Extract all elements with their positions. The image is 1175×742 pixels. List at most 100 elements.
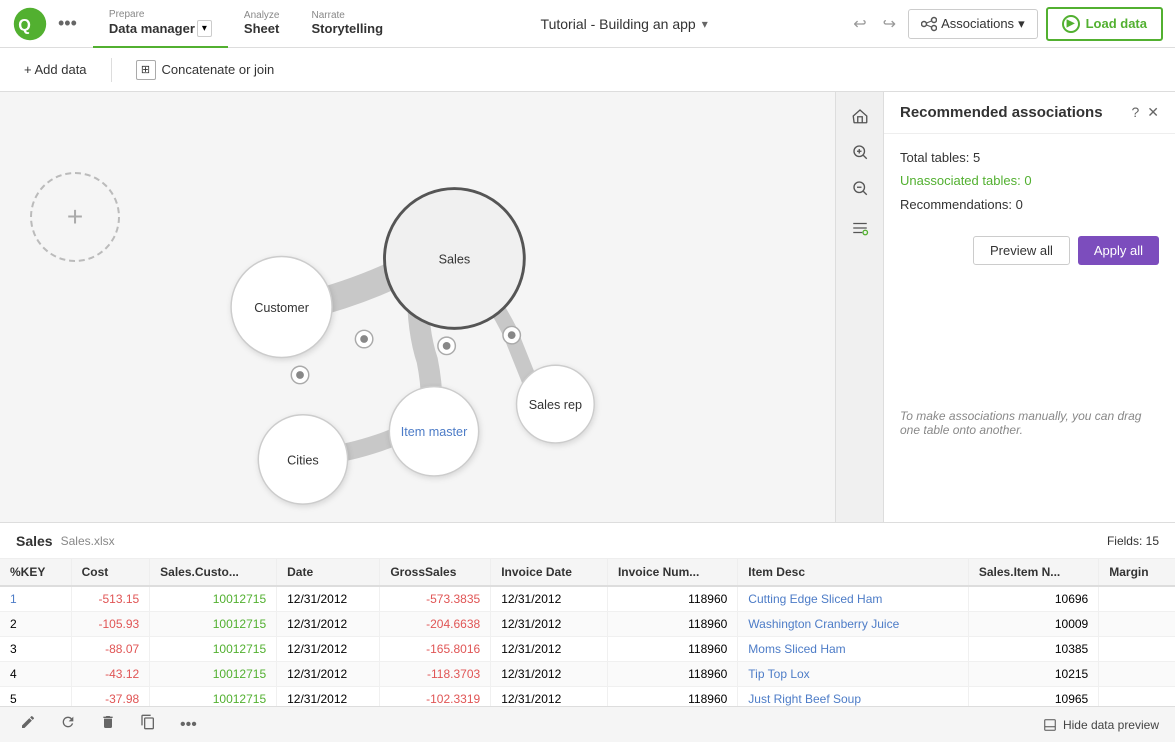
connector-dot-inner-3 [443, 342, 451, 350]
tab-prepare-label: Data manager [109, 21, 195, 36]
cell-margin [1099, 612, 1175, 637]
delete-button[interactable] [96, 710, 120, 739]
copy-button[interactable] [136, 710, 160, 739]
cell-item-desc: Just Right Beef Soup [738, 687, 969, 707]
concat-join-label: Concatenate or join [162, 62, 275, 77]
cell-custo: 10012715 [150, 586, 277, 612]
col-custo[interactable]: Sales.Custo... [150, 559, 277, 586]
bottom-toolbar: ••• Hide data preview [0, 706, 1175, 742]
stat-total: Total tables: 5 [900, 146, 1159, 169]
nav-more-icon[interactable]: ••• [58, 13, 77, 34]
workspace: + Sales Cust [0, 92, 1175, 522]
preview-header: Sales Sales.xlsx Fields: 15 [0, 523, 1175, 559]
copy-icon [140, 714, 156, 730]
tab-analyze-label: Sheet [244, 21, 279, 36]
data-preview: Sales Sales.xlsx Fields: 15 %KEY Cost Sa… [0, 522, 1175, 742]
hide-preview-label: Hide data preview [1063, 718, 1159, 732]
tab-narrate-label: Storytelling [312, 21, 384, 36]
top-nav: Q ••• Prepare Data manager ▾ Analyze She… [0, 0, 1175, 48]
load-data-label: Load data [1086, 16, 1147, 31]
cell-item-n: 10965 [968, 687, 1098, 707]
cell-item-n: 10009 [968, 612, 1098, 637]
tab-narrate-section: Narrate [312, 10, 345, 21]
assoc-note: To make associations manually, you can d… [884, 393, 1175, 453]
qlik-logo-icon: Q [12, 6, 48, 42]
col-inv-num[interactable]: Invoice Num... [607, 559, 737, 586]
data-table[interactable]: %KEY Cost Sales.Custo... Date GrossSales… [0, 559, 1175, 706]
cell-item-n: 10385 [968, 637, 1098, 662]
col-margin[interactable]: Margin [1099, 559, 1175, 586]
cell-date: 12/31/2012 [277, 662, 380, 687]
zoom-in-icon [851, 143, 869, 161]
preview-fields-count: Fields: 15 [1107, 534, 1159, 548]
tab-narrate[interactable]: Narrate Storytelling [296, 0, 400, 48]
cell-gross: -573.3835 [380, 586, 491, 612]
cell-item-n: 10696 [968, 586, 1098, 612]
cell-inv-date: 12/31/2012 [491, 662, 608, 687]
cell-item-desc: Washington Cranberry Juice [738, 612, 969, 637]
preview-table-name: Sales [16, 533, 53, 549]
table-row: 4 -43.12 10012715 12/31/2012 -118.3703 1… [0, 662, 1175, 687]
canvas[interactable]: + Sales Cust [0, 92, 883, 522]
apply-all-button[interactable]: Apply all [1078, 236, 1159, 265]
col-inv-date[interactable]: Invoice Date [491, 559, 608, 586]
home-button[interactable] [844, 100, 876, 132]
col-item-desc[interactable]: Item Desc [738, 559, 969, 586]
assoc-close-icon[interactable]: ✕ [1147, 104, 1159, 121]
cell-custo: 10012715 [150, 662, 277, 687]
cell-cost: -88.07 [71, 637, 150, 662]
col-key[interactable]: %KEY [0, 559, 71, 586]
refresh-icon [60, 714, 76, 730]
add-data-button[interactable]: + Add data [16, 58, 95, 81]
table-row: 2 -105.93 10012715 12/31/2012 -204.6638 … [0, 612, 1175, 637]
associations-button[interactable]: Associations ▾ [908, 9, 1038, 39]
cell-inv-num: 118960 [607, 687, 737, 707]
cell-date: 12/31/2012 [277, 586, 380, 612]
cell-margin [1099, 662, 1175, 687]
preview-all-button[interactable]: Preview all [973, 236, 1070, 265]
tab-prepare-arrow[interactable]: ▾ [197, 20, 212, 37]
zoom-out-button[interactable] [844, 172, 876, 204]
col-date[interactable]: Date [277, 559, 380, 586]
associations-icon [921, 16, 937, 32]
concat-join-button[interactable]: ⊞ Concatenate or join [128, 56, 283, 84]
cell-key: 5 [0, 687, 71, 707]
nav-right: ↩ ↪ Associations ▾ ▶ Load data [849, 7, 1163, 41]
cell-margin [1099, 637, 1175, 662]
load-data-button[interactable]: ▶ Load data [1046, 7, 1163, 41]
graph-svg: Sales Customer Cities Item master Sales … [0, 92, 835, 522]
connector-dot-inner-2 [296, 371, 304, 379]
edit-layout-icon [851, 219, 869, 237]
add-data-label: + Add data [24, 62, 87, 77]
tab-analyze[interactable]: Analyze Sheet [228, 0, 296, 48]
edit-button[interactable] [16, 710, 40, 739]
cell-item-desc: Cutting Edge Sliced Ham [738, 586, 969, 612]
zoom-in-button[interactable] [844, 136, 876, 168]
undo-button[interactable]: ↩ [849, 10, 870, 38]
stat-unassoc[interactable]: Unassociated tables: 0 [900, 169, 1159, 192]
tab-analyze-section: Analyze [244, 10, 280, 21]
col-gross[interactable]: GrossSales [380, 559, 491, 586]
node-sales-rep-label: Sales rep [529, 398, 582, 412]
hide-preview-button[interactable]: Hide data preview [1043, 718, 1159, 732]
cell-custo: 10012715 [150, 612, 277, 637]
associations-panel: Recommended associations ? ✕ Total table… [883, 92, 1175, 522]
toolbar-separator [111, 58, 112, 82]
edit-layout-button[interactable] [844, 212, 876, 244]
col-item-n[interactable]: Sales.Item N... [968, 559, 1098, 586]
associations-chevron[interactable]: ▾ [1018, 16, 1025, 32]
refresh-button[interactable] [56, 710, 80, 739]
tab-prepare[interactable]: Prepare Data manager ▾ [93, 0, 228, 48]
more-button[interactable]: ••• [176, 712, 201, 738]
app-title: Tutorial - Building an app [541, 16, 696, 32]
stat-rec: Recommendations: 0 [900, 193, 1159, 216]
cell-inv-num: 118960 [607, 612, 737, 637]
assoc-help-icon[interactable]: ? [1131, 104, 1139, 121]
stat-unassoc-value: 0 [1024, 173, 1031, 188]
app-title-chevron[interactable]: ▾ [702, 17, 708, 31]
cell-gross: -165.8016 [380, 637, 491, 662]
redo-button[interactable]: ↪ [879, 10, 900, 38]
table-header-row: %KEY Cost Sales.Custo... Date GrossSales… [0, 559, 1175, 586]
node-item-master-label: Item master [401, 425, 468, 439]
col-cost[interactable]: Cost [71, 559, 150, 586]
